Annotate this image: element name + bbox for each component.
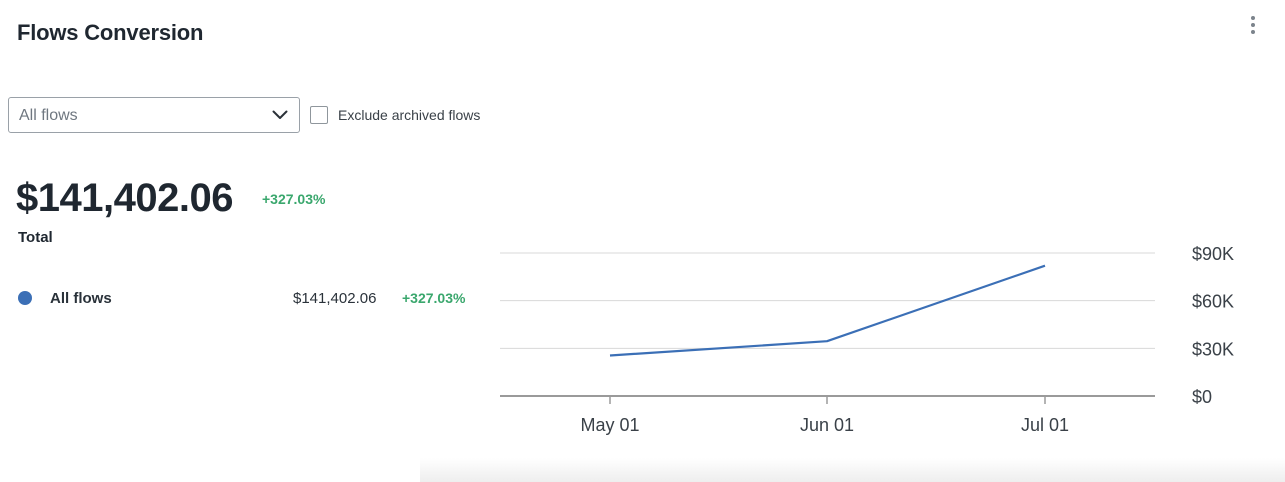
y-tick-label: $0 [1192, 387, 1212, 407]
y-tick-label: $90K [1192, 244, 1234, 264]
card-bottom-shade [420, 458, 1285, 482]
x-tick-label: Jul 01 [1021, 415, 1069, 435]
series-line [609, 264, 1046, 357]
x-tick-label: May 01 [580, 415, 639, 435]
y-tick-label: $30K [1192, 339, 1234, 359]
x-tick-label: Jun 01 [800, 415, 854, 435]
line-chart: $0 $30K $60K $90K May 01 Jun 01 Jul 01 [500, 244, 1234, 435]
y-tick-label: $60K [1192, 292, 1234, 312]
